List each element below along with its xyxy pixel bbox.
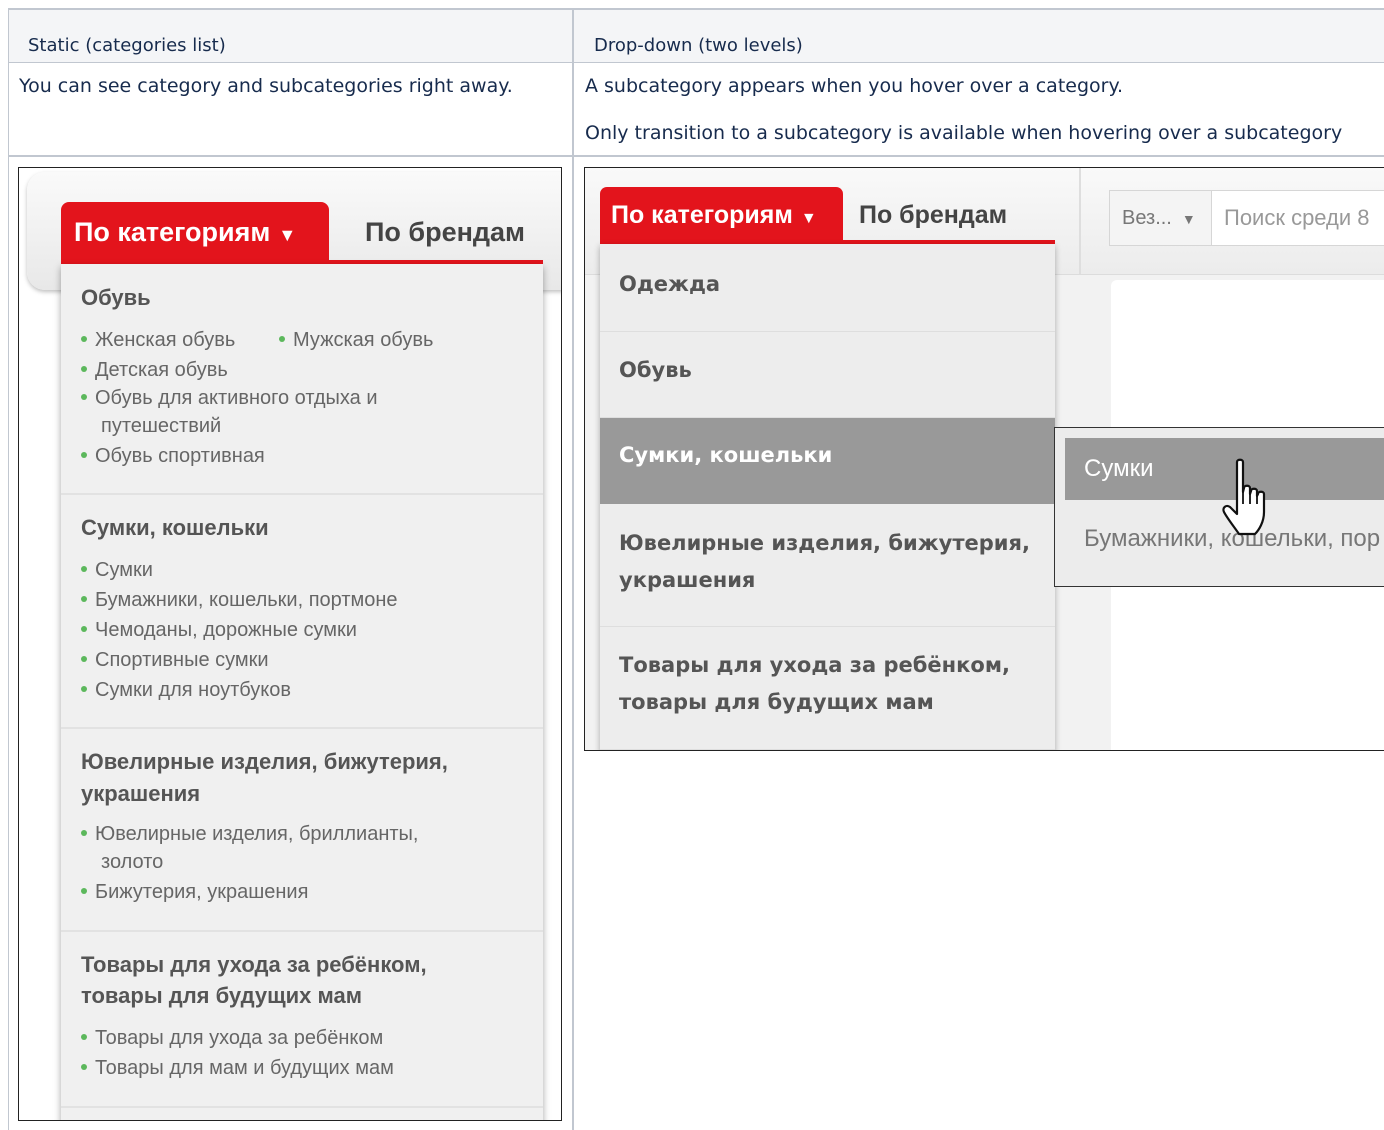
tab-categories[interactable]: По категориям ▼ [61, 202, 329, 262]
tab-categories[interactable]: По категориям ▼ [600, 187, 843, 243]
bullet-icon [81, 829, 87, 836]
chevron-down-icon: ▼ [278, 225, 297, 245]
dropdown-menu-screenshot: По категориям ▼ По брендам Вез... ▼ Поиск … [584, 167, 1384, 751]
subcategory-link[interactable]: Бижутерия, украшения [81, 878, 308, 906]
tab-brands[interactable]: По брендам [859, 187, 1007, 243]
subcategory-link[interactable]: Бумажники, кошельки, портмоне [81, 586, 398, 614]
category-item-label: Одежда [619, 272, 721, 296]
description-dropdown-1: A subcategory appears when you hover ove… [585, 75, 1124, 97]
subcategory-link[interactable]: Ювелирные изделия, бриллианты, [81, 820, 418, 848]
category-heading-kids[interactable]: Товары для ухода за ребёнком, [81, 949, 427, 981]
bullet-icon [279, 335, 285, 342]
nav-divider [1079, 168, 1081, 274]
table-header-row: Static (categories list) Drop-down (two … [8, 8, 1384, 63]
bullet-icon [81, 393, 87, 400]
bullet-icon [81, 1063, 87, 1070]
category-item-label: Обувь [619, 358, 692, 382]
group-divider [61, 493, 543, 495]
column-header-static: Static (categories list) [28, 35, 226, 56]
hand-pointer-icon [1222, 458, 1266, 536]
bullet-icon [81, 565, 87, 572]
group-divider [61, 930, 543, 932]
column-header-dropdown: Drop-down (two levels) [594, 35, 803, 56]
category-item-shoes[interactable]: Обувь [600, 332, 1055, 418]
description-static: You can see category and subcategories r… [19, 75, 513, 97]
bullet-icon [81, 335, 87, 342]
category-heading-shoes[interactable]: Обувь [81, 282, 151, 314]
table-border-header [8, 62, 1384, 63]
subcategory-link[interactable]: Сумки [81, 556, 153, 584]
subcategory-link[interactable]: Женская обувь [81, 326, 235, 354]
bullet-icon [81, 625, 87, 632]
category-item-bags[interactable]: Сумки, кошельки [600, 418, 1055, 504]
category-item-label: Товары для ухода за ребёнком, [619, 653, 1010, 677]
category-item-label: Сумки, кошельки [619, 443, 833, 467]
category-item-kids[interactable]: Товары для ухода за ребёнком, товары для… [600, 627, 1055, 750]
bullet-icon [81, 887, 87, 894]
chevron-down-icon: ▼ [1181, 211, 1196, 227]
group-divider [61, 727, 543, 729]
bullet-icon [81, 655, 87, 662]
category-item-jewelry[interactable]: Ювелирные изделия, бижутерия, украшения [600, 504, 1055, 627]
table-border-row [8, 155, 1384, 157]
subcategory-link[interactable]: Обувь спортивная [81, 442, 265, 470]
filter-select[interactable]: Вез... ▼ [1109, 190, 1211, 246]
category-heading-kids-continued[interactable]: товары для будущих мам [81, 980, 362, 1012]
tab-categories-label: По категориям [74, 217, 271, 247]
group-divider [61, 1106, 543, 1108]
subcategory-link[interactable]: Мужская обувь [279, 326, 433, 354]
subcategory-link[interactable]: Сумки для ноутбуков [81, 676, 291, 704]
category-heading-bags[interactable]: Сумки, кошельки [81, 512, 269, 544]
table-border-middle [572, 8, 574, 1130]
table-border-top [8, 8, 1384, 10]
subcategory-flyout: Сумки Бумажники, кошельки, пор [1054, 427, 1384, 587]
categories-panel: Обувь Женская обувь Мужская обувь Детска… [61, 264, 543, 1120]
category-item-label: Ювелирные изделия, бижутерия, [619, 531, 1030, 555]
subcategory-link[interactable]: Товары для ухода за ребёнком [81, 1024, 383, 1052]
subcategory-link[interactable]: Детская обувь [81, 356, 228, 384]
tab-brands[interactable]: По брендам [365, 202, 525, 262]
bullet-icon [81, 1033, 87, 1040]
table-border-left [8, 8, 9, 1130]
description-dropdown-2: Only transition to a subcategory is avai… [585, 122, 1343, 144]
bullet-icon [81, 365, 87, 372]
category-item-label-continued: украшения [619, 568, 756, 592]
subcategory-link[interactable]: Спортивные сумки [81, 646, 269, 674]
bullet-icon [81, 685, 87, 692]
category-item-label-continued: товары для будущих мам [619, 690, 934, 714]
search-input[interactable]: Поиск среди 8 [1211, 190, 1384, 246]
static-menu-screenshot: По категориям ▼ По брендам Обувь Женская … [18, 167, 562, 1121]
bullet-icon [81, 595, 87, 602]
category-dropdown: Одежда Обувь Сумки, кошельки Ювелирные и… [600, 244, 1055, 750]
category-heading-jewelry[interactable]: Ювелирные изделия, бижутерия, [81, 746, 448, 778]
subcategory-link[interactable]: Товары для мам и будущих мам [81, 1054, 394, 1082]
category-heading-jewelry-continued[interactable]: украшения [81, 778, 200, 810]
subcategory-link[interactable]: Чемоданы, дорожные сумки [81, 616, 357, 644]
subcategory-link[interactable]: Обувь для активного отдыха и [81, 384, 378, 412]
subcategory-link-continued[interactable]: путешествий [101, 412, 221, 440]
category-item-clothing[interactable]: Одежда [600, 244, 1055, 332]
tab-categories-label: По категориям [611, 201, 793, 229]
filter-select-value: Вез... [1122, 207, 1172, 229]
subcategory-link-continued[interactable]: золото [101, 848, 163, 876]
chevron-down-icon: ▼ [800, 210, 817, 227]
bullet-icon [81, 451, 87, 458]
